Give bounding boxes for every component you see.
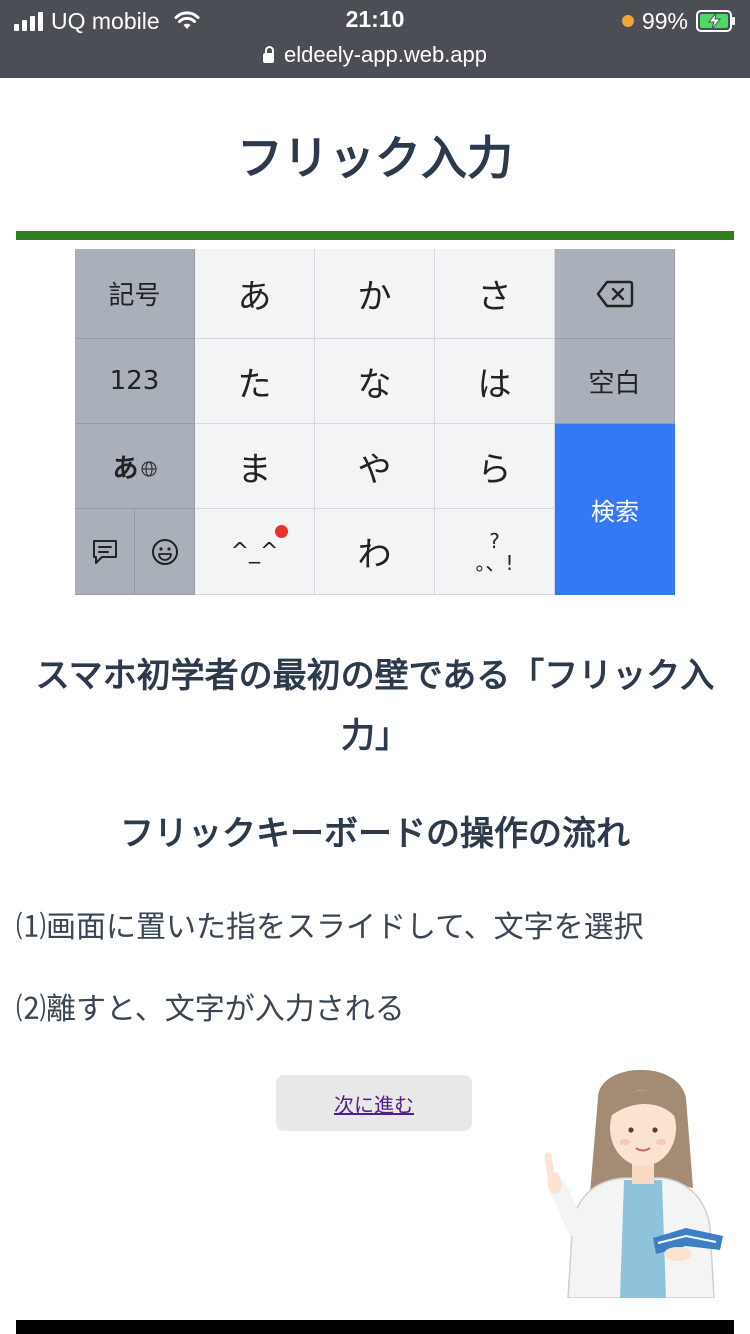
flick-keyboard: 記号 あ か さ 123 た な は 空白 あ ま や ら 検索 ^_^ わ ?… [75, 249, 675, 595]
section-heading: フリックキーボードの操作の流れ [120, 814, 630, 854]
instructor-illustration [544, 1069, 723, 1298]
step-2: ⑵離すと、文字が入力される [16, 992, 405, 1027]
recording-dot-icon [621, 15, 634, 27]
url-bar[interactable]: eldeely-app.web.app [0, 42, 750, 68]
url-text: eldeely-app.web.app [283, 42, 488, 67]
globe-icon [140, 461, 157, 477]
key-kana-switch[interactable]: あ [75, 424, 195, 509]
backspace-icon [596, 280, 633, 307]
key-ra[interactable]: ら [435, 424, 555, 509]
key-ka[interactable]: か [315, 249, 435, 339]
emoji-icon [151, 538, 178, 565]
notification-dot [275, 525, 288, 538]
bottom-bar [16, 1320, 734, 1334]
key-search[interactable]: 検索 [555, 424, 675, 595]
next-link[interactable]: 次に進む [334, 1089, 414, 1118]
key-ma[interactable]: ま [195, 424, 315, 509]
title-divider [16, 231, 734, 240]
punct-bottom: 。、! [475, 550, 514, 575]
punct-top: ? [489, 528, 500, 553]
key-kigou[interactable]: 記号 [75, 249, 195, 339]
status-bar: UQ mobile 21:10 99% eldeely-app.web.app [0, 0, 750, 78]
key-ta[interactable]: た [195, 339, 315, 424]
key-123[interactable]: 123 [75, 339, 195, 424]
battery-percent: 99% [641, 7, 688, 34]
backspace-key[interactable] [555, 249, 675, 339]
key-sa[interactable]: さ [435, 249, 555, 339]
battery-charging-icon [696, 10, 735, 32]
key-ha[interactable]: は [435, 339, 555, 424]
next-button[interactable]: 次に進む [276, 1075, 472, 1131]
key-na[interactable]: な [315, 339, 435, 424]
key-a[interactable]: あ [195, 249, 315, 339]
key-kaomoji[interactable]: ^_^ [195, 509, 315, 595]
page-title: フリック入力 [237, 131, 513, 185]
emoji-key[interactable] [135, 509, 195, 595]
key-wa[interactable]: わ [315, 509, 435, 595]
step-1: ⑴画面に置いた指をスライドして、文字を選択 [16, 910, 644, 945]
chat-icon [92, 539, 117, 564]
key-punctuation[interactable]: ? 。、! [435, 509, 555, 595]
status-right: 99% [621, 6, 736, 36]
lock-icon [262, 46, 274, 63]
intro-heading: スマホ初学者の最初の壁である「フリック入力」 [35, 656, 715, 756]
kaomoji-label: ^_^ [230, 539, 279, 564]
key-space[interactable]: 空白 [555, 339, 675, 424]
chat-key[interactable] [75, 509, 135, 595]
key-ya[interactable]: や [315, 424, 435, 509]
kana-label: あ [112, 453, 139, 484]
